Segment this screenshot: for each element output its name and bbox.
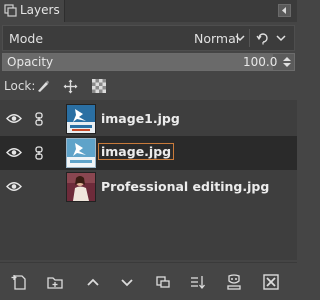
eye-icon[interactable]: [6, 181, 22, 192]
lock-alpha-icon[interactable]: [92, 79, 106, 93]
merge-down-icon: [191, 276, 205, 290]
layer-thumbnail-image: [67, 139, 95, 167]
layer-row[interactable]: image1.jpg: [0, 102, 297, 136]
lower-layer-button[interactable]: [117, 272, 137, 292]
duplicate-layer-icon: [156, 276, 170, 288]
opacity-slider[interactable]: Opacity 100.0: [2, 53, 295, 71]
layer-row[interactable]: Professional editing.jpg: [0, 170, 297, 204]
layer-name[interactable]: image1.jpg: [101, 111, 180, 126]
chain-link-icon[interactable]: [34, 112, 44, 126]
merge-down-button[interactable]: [188, 272, 208, 292]
raise-layer-icon: [87, 278, 99, 286]
triangle-left-icon: [282, 7, 286, 14]
layer-name[interactable]: Professional editing.jpg: [101, 179, 269, 194]
layer-row[interactable]: image.jpg: [0, 136, 297, 170]
divider: [249, 29, 250, 47]
layer-thumbnail: [66, 172, 96, 202]
new-layer-icon: [11, 275, 26, 290]
opacity-label: Opacity: [7, 55, 54, 69]
divider: [0, 262, 297, 263]
mode-selector[interactable]: Mode Normal: [2, 25, 295, 51]
lock-label: Lock:: [4, 79, 36, 93]
opacity-value[interactable]: 100.0: [243, 55, 277, 69]
add-mask-button[interactable]: [224, 272, 244, 292]
eye-icon[interactable]: [6, 113, 22, 124]
tab-layers[interactable]: Layers: [0, 0, 65, 22]
layer-thumbnail-image: [67, 105, 95, 133]
layer-thumbnail: [66, 138, 96, 168]
lock-position-icon[interactable]: [63, 79, 78, 94]
layer-name-editor[interactable]: image.jpg: [98, 143, 175, 160]
layers-icon: [4, 4, 17, 17]
new-layer-group-icon: [47, 277, 63, 289]
dock-menu-button[interactable]: [278, 4, 291, 17]
mode-value[interactable]: Normal: [194, 31, 239, 46]
duplicate-layer-button[interactable]: [153, 272, 173, 292]
layer-thumbnail-image: [67, 173, 95, 201]
layer-thumbnail: [66, 104, 96, 134]
add-mask-icon: [227, 274, 241, 290]
delete-layer-button[interactable]: [261, 272, 281, 292]
layer-list[interactable]: image1.jpg image.jpg Professional editin…: [0, 100, 297, 260]
delete-layer-icon: [263, 274, 279, 290]
composite-mode-icon[interactable]: [256, 31, 270, 45]
dock-tab-bar: Layers: [0, 0, 297, 22]
tab-label: Layers: [20, 3, 60, 17]
chevron-down-icon[interactable]: [235, 35, 245, 42]
mode-label: Mode: [9, 31, 44, 46]
chevron-down-icon[interactable]: [276, 35, 286, 42]
new-layer-group-button[interactable]: [45, 272, 65, 292]
lock-pixels-icon[interactable]: [36, 79, 50, 93]
raise-layer-button[interactable]: [83, 272, 103, 292]
spin-buttons-icon[interactable]: [280, 55, 294, 69]
chain-link-icon[interactable]: [34, 146, 44, 160]
lower-layer-icon: [121, 279, 133, 287]
eye-icon[interactable]: [6, 147, 22, 158]
new-layer-button[interactable]: [10, 272, 30, 292]
